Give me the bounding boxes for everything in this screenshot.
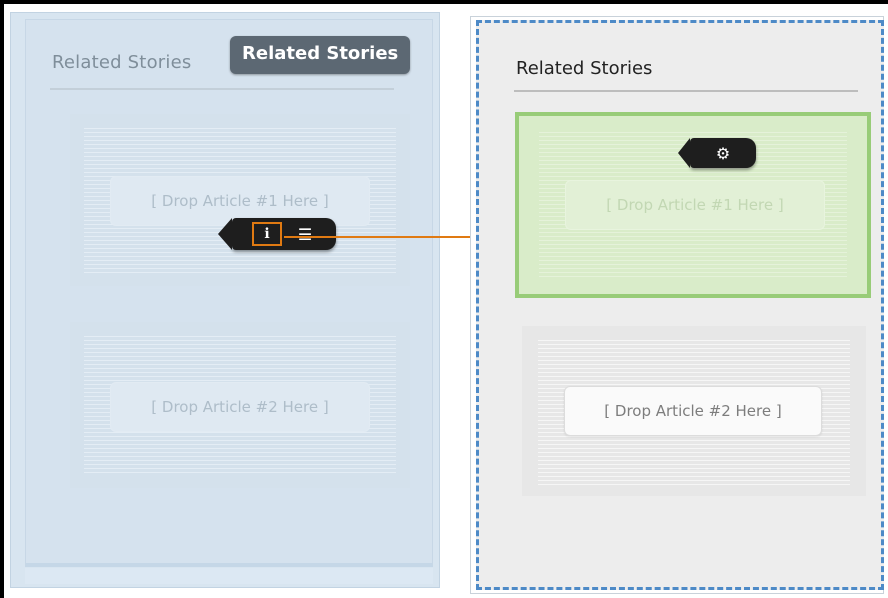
left-title-divider <box>50 88 394 90</box>
widget-toolbar: ℹ ☰ <box>218 218 336 250</box>
left-drop-zone-2[interactable]: [ Drop Article #2 Here ] <box>70 322 410 488</box>
right-drop-zone-2[interactable]: [ Drop Article #2 Here ] <box>522 326 866 496</box>
widget-name-tooltip: Related Stories <box>230 36 411 74</box>
right-title-divider <box>514 90 858 92</box>
left-drop-zone-1[interactable]: [ Drop Article #1 Here ] <box>70 114 410 286</box>
drop-label-2: [ Drop Article #2 Here ] <box>110 382 370 432</box>
drop-label-2: [ Drop Article #2 Here ] <box>564 386 822 436</box>
gear-icon[interactable]: ⚙ <box>678 138 756 168</box>
window-frame-top <box>0 0 888 4</box>
right-widget-drop-area <box>476 20 884 590</box>
list-icon[interactable]: ☰ <box>292 222 318 246</box>
right-widget-title: Related Stories <box>516 58 653 79</box>
window-frame-left <box>0 0 4 598</box>
left-widget-title: Related Stories <box>52 52 192 73</box>
drop-label-1: [ Drop Article #1 Here ] <box>565 180 825 230</box>
left-widget-footer <box>25 568 433 584</box>
left-widget-panel <box>10 12 440 588</box>
info-icon[interactable]: ℹ <box>252 222 282 246</box>
